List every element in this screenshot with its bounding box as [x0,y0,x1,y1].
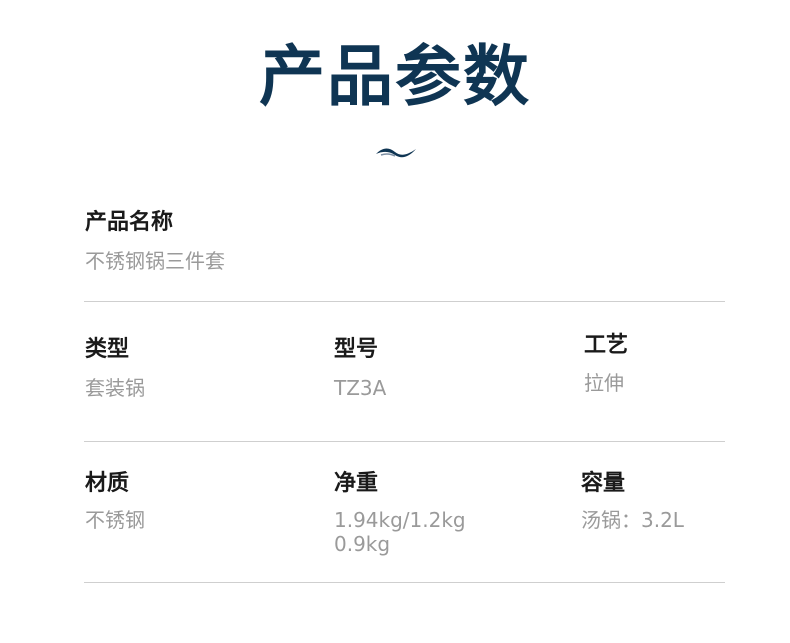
net-weight-value: 1.94kg/1.2kg 0.9kg [334,508,466,557]
divider [84,441,725,442]
type-value: 套装锅 [85,376,145,400]
product-name-value: 不锈钢锅三件套 [85,249,225,273]
net-weight-label: 净重 [334,471,379,496]
product-name-label: 产品名称 [85,210,174,235]
divider [84,582,725,583]
craft-value: 拉伸 [584,371,624,395]
capacity-label: 容量 [581,471,626,496]
page-title: 产品参数 [259,38,531,115]
divider [84,301,725,302]
model-value: TZ3A [334,376,387,400]
model-label: 型号 [334,337,379,362]
capacity-value: 汤锅：3.2L [581,508,684,532]
wave-icon [376,148,416,158]
material-value: 不锈钢 [85,508,145,532]
craft-label: 工艺 [584,333,629,358]
material-label: 材质 [85,471,130,496]
type-label: 类型 [85,337,130,362]
